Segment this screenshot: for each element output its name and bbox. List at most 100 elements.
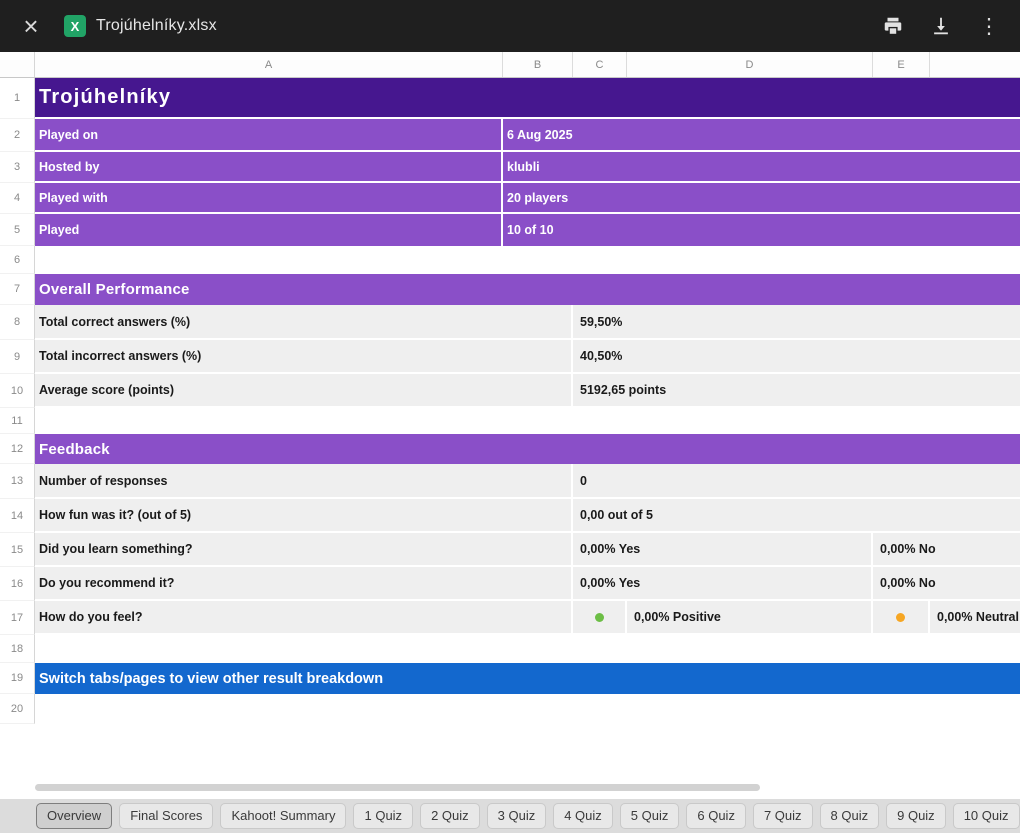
row-number: 19 — [0, 663, 35, 694]
fun-label-cell[interactable]: How fun was it? (out of 5) — [35, 499, 573, 533]
row-number: 17 — [0, 601, 35, 635]
meta-label-played-with[interactable]: Played with — [35, 183, 503, 214]
download-icon — [934, 17, 948, 35]
row-number: 16 — [0, 567, 35, 601]
total-incorrect-label-cell[interactable]: Total incorrect answers (%) — [35, 340, 573, 374]
close-button[interactable]: × — [14, 9, 48, 43]
row-number: 8 — [0, 305, 35, 340]
row-number: 13 — [0, 464, 35, 499]
document-title: Trojúhelníky.xlsx — [96, 17, 217, 34]
tab-3-quiz[interactable]: 3 Quiz — [486, 802, 547, 830]
table-row: 1 Trojúhelníky — [0, 78, 1020, 119]
table-row: 9 Total incorrect answers (%) 40,50% — [0, 340, 1020, 374]
overflow-menu-icon: ⋮ — [978, 14, 1000, 38]
tab-7-quiz[interactable]: 7 Quiz — [752, 802, 813, 830]
switch-tabs-banner-cell[interactable]: Switch tabs/pages to view other result b… — [35, 663, 1020, 694]
row-number: 15 — [0, 533, 35, 567]
responses-value-cell[interactable]: 0 — [573, 464, 1020, 499]
row-number: 7 — [0, 274, 35, 305]
fun-value-cell[interactable]: 0,00 out of 5 — [573, 499, 1020, 533]
total-incorrect-value-cell[interactable]: 40,50% — [573, 340, 1020, 374]
column-header-blank — [930, 52, 1020, 77]
tab-2-quiz[interactable]: 2 Quiz — [420, 802, 480, 830]
total-correct-label-cell[interactable]: Total correct answers (%) — [35, 305, 573, 340]
row-number: 10 — [0, 374, 35, 408]
meta-value-hosted-by[interactable]: klubli — [503, 152, 1020, 183]
tab-6-quiz[interactable]: 6 Quiz — [686, 802, 746, 830]
column-header-c: C — [573, 52, 627, 77]
tab-overview[interactable]: Overview — [36, 802, 113, 830]
print-button[interactable] — [876, 9, 910, 43]
positive-smiley-icon — [594, 612, 604, 622]
feel-positive-cell[interactable]: 0,00% Positive — [627, 601, 873, 635]
row-number: 6 — [0, 246, 35, 274]
meta-label-played-on[interactable]: Played on — [35, 119, 503, 152]
feel-label-cell[interactable]: How do you feel? — [35, 601, 573, 635]
column-header-row: A B C D E — [0, 52, 1020, 78]
learn-label-cell[interactable]: Did you learn something? — [35, 533, 573, 567]
column-header-a: A — [35, 52, 503, 77]
row-number: 9 — [0, 340, 35, 374]
feedback-header-cell[interactable]: Feedback — [35, 434, 1020, 464]
row-number: 2 — [0, 119, 35, 152]
recommend-no-cell[interactable]: 0,00% No — [873, 567, 1020, 601]
report-title-cell[interactable]: Trojúhelníky — [35, 78, 1020, 119]
overall-performance-header-cell[interactable]: Overall Performance — [35, 274, 1020, 305]
table-row: 14 How fun was it? (out of 5) 0,00 out o… — [0, 499, 1020, 533]
tab-final-scores[interactable]: Final Scores — [119, 802, 214, 830]
recommend-label-cell[interactable]: Do you recommend it? — [35, 567, 573, 601]
header-actions: ⋮ — [876, 9, 1006, 43]
row-number: 1 — [0, 78, 35, 119]
tab-10-quiz[interactable]: 10 Quiz — [952, 802, 1020, 830]
meta-value-played-on[interactable]: 6 Aug 2025 — [503, 119, 1020, 152]
table-row: 12 Feedback — [0, 434, 1020, 464]
table-row: 7 Overall Performance — [0, 274, 1020, 305]
tab-8-quiz[interactable]: 8 Quiz — [819, 802, 880, 830]
row-number: 3 — [0, 152, 35, 183]
total-correct-value-cell[interactable]: 59,50% — [573, 305, 1020, 340]
meta-value-played[interactable]: 10 of 10 — [503, 214, 1020, 246]
tab-5-quiz[interactable]: 5 Quiz — [619, 802, 680, 830]
download-button[interactable] — [924, 9, 958, 43]
positive-dot-cell[interactable] — [573, 601, 627, 635]
row-number: 18 — [0, 635, 35, 663]
excel-file-icon: X — [64, 15, 86, 37]
tab-9-quiz[interactable]: 9 Quiz — [886, 802, 946, 830]
meta-label-hosted-by[interactable]: Hosted by — [35, 152, 503, 183]
overflow-menu-button[interactable]: ⋮ — [972, 9, 1006, 43]
meta-value-played-with[interactable]: 20 players — [503, 183, 1020, 214]
table-row: 16 Do you recommend it? 0,00% Yes 0,00% … — [0, 567, 1020, 601]
column-header-e: E — [873, 52, 930, 77]
learn-no-cell[interactable]: 0,00% No — [873, 533, 1020, 567]
meta-label-played[interactable]: Played — [35, 214, 503, 246]
sheet-grid: 1 Trojúhelníky 2 Played on 6 Aug 2025 3 … — [0, 78, 1020, 724]
table-row: 4 Played with 20 players — [0, 183, 1020, 214]
row-number: 11 — [0, 408, 35, 434]
tab-kahoot-summary[interactable]: Kahoot! Summary — [220, 802, 347, 830]
recommend-yes-cell[interactable]: 0,00% Yes — [573, 567, 873, 601]
table-row: 3 Hosted by klubli — [0, 152, 1020, 183]
sheet-tab-bar: Overview Final Scores Kahoot! Summary 1 … — [0, 799, 1020, 833]
table-row: 13 Number of responses 0 — [0, 464, 1020, 499]
average-score-label-cell[interactable]: Average score (points) — [35, 374, 573, 408]
neutral-smiley-icon — [896, 612, 905, 622]
average-score-value-cell[interactable]: 5192,65 points — [573, 374, 1020, 408]
table-row: 18 — [0, 635, 1020, 663]
close-icon: × — [23, 11, 39, 41]
responses-label-cell[interactable]: Number of responses — [35, 464, 573, 499]
table-row: 20 — [0, 694, 1020, 724]
column-header-b: B — [503, 52, 573, 77]
feel-neutral-cell[interactable]: 0,00% Neutral — [930, 601, 1020, 635]
table-row: 19 Switch tabs/pages to view other resul… — [0, 663, 1020, 694]
table-row: 17 How do you feel? 0,00% Positive 0,00%… — [0, 601, 1020, 635]
row-number: 12 — [0, 434, 35, 464]
neutral-dot-cell[interactable] — [873, 601, 930, 635]
table-row: 6 — [0, 246, 1020, 274]
tab-4-quiz[interactable]: 4 Quiz — [553, 802, 613, 830]
grid-filler-area — [0, 724, 1020, 799]
horizontal-scrollbar[interactable] — [35, 784, 760, 791]
grid-corner — [0, 52, 35, 77]
tab-1-quiz[interactable]: 1 Quiz — [353, 802, 414, 830]
learn-yes-cell[interactable]: 0,00% Yes — [573, 533, 873, 567]
column-header-d: D — [627, 52, 873, 77]
